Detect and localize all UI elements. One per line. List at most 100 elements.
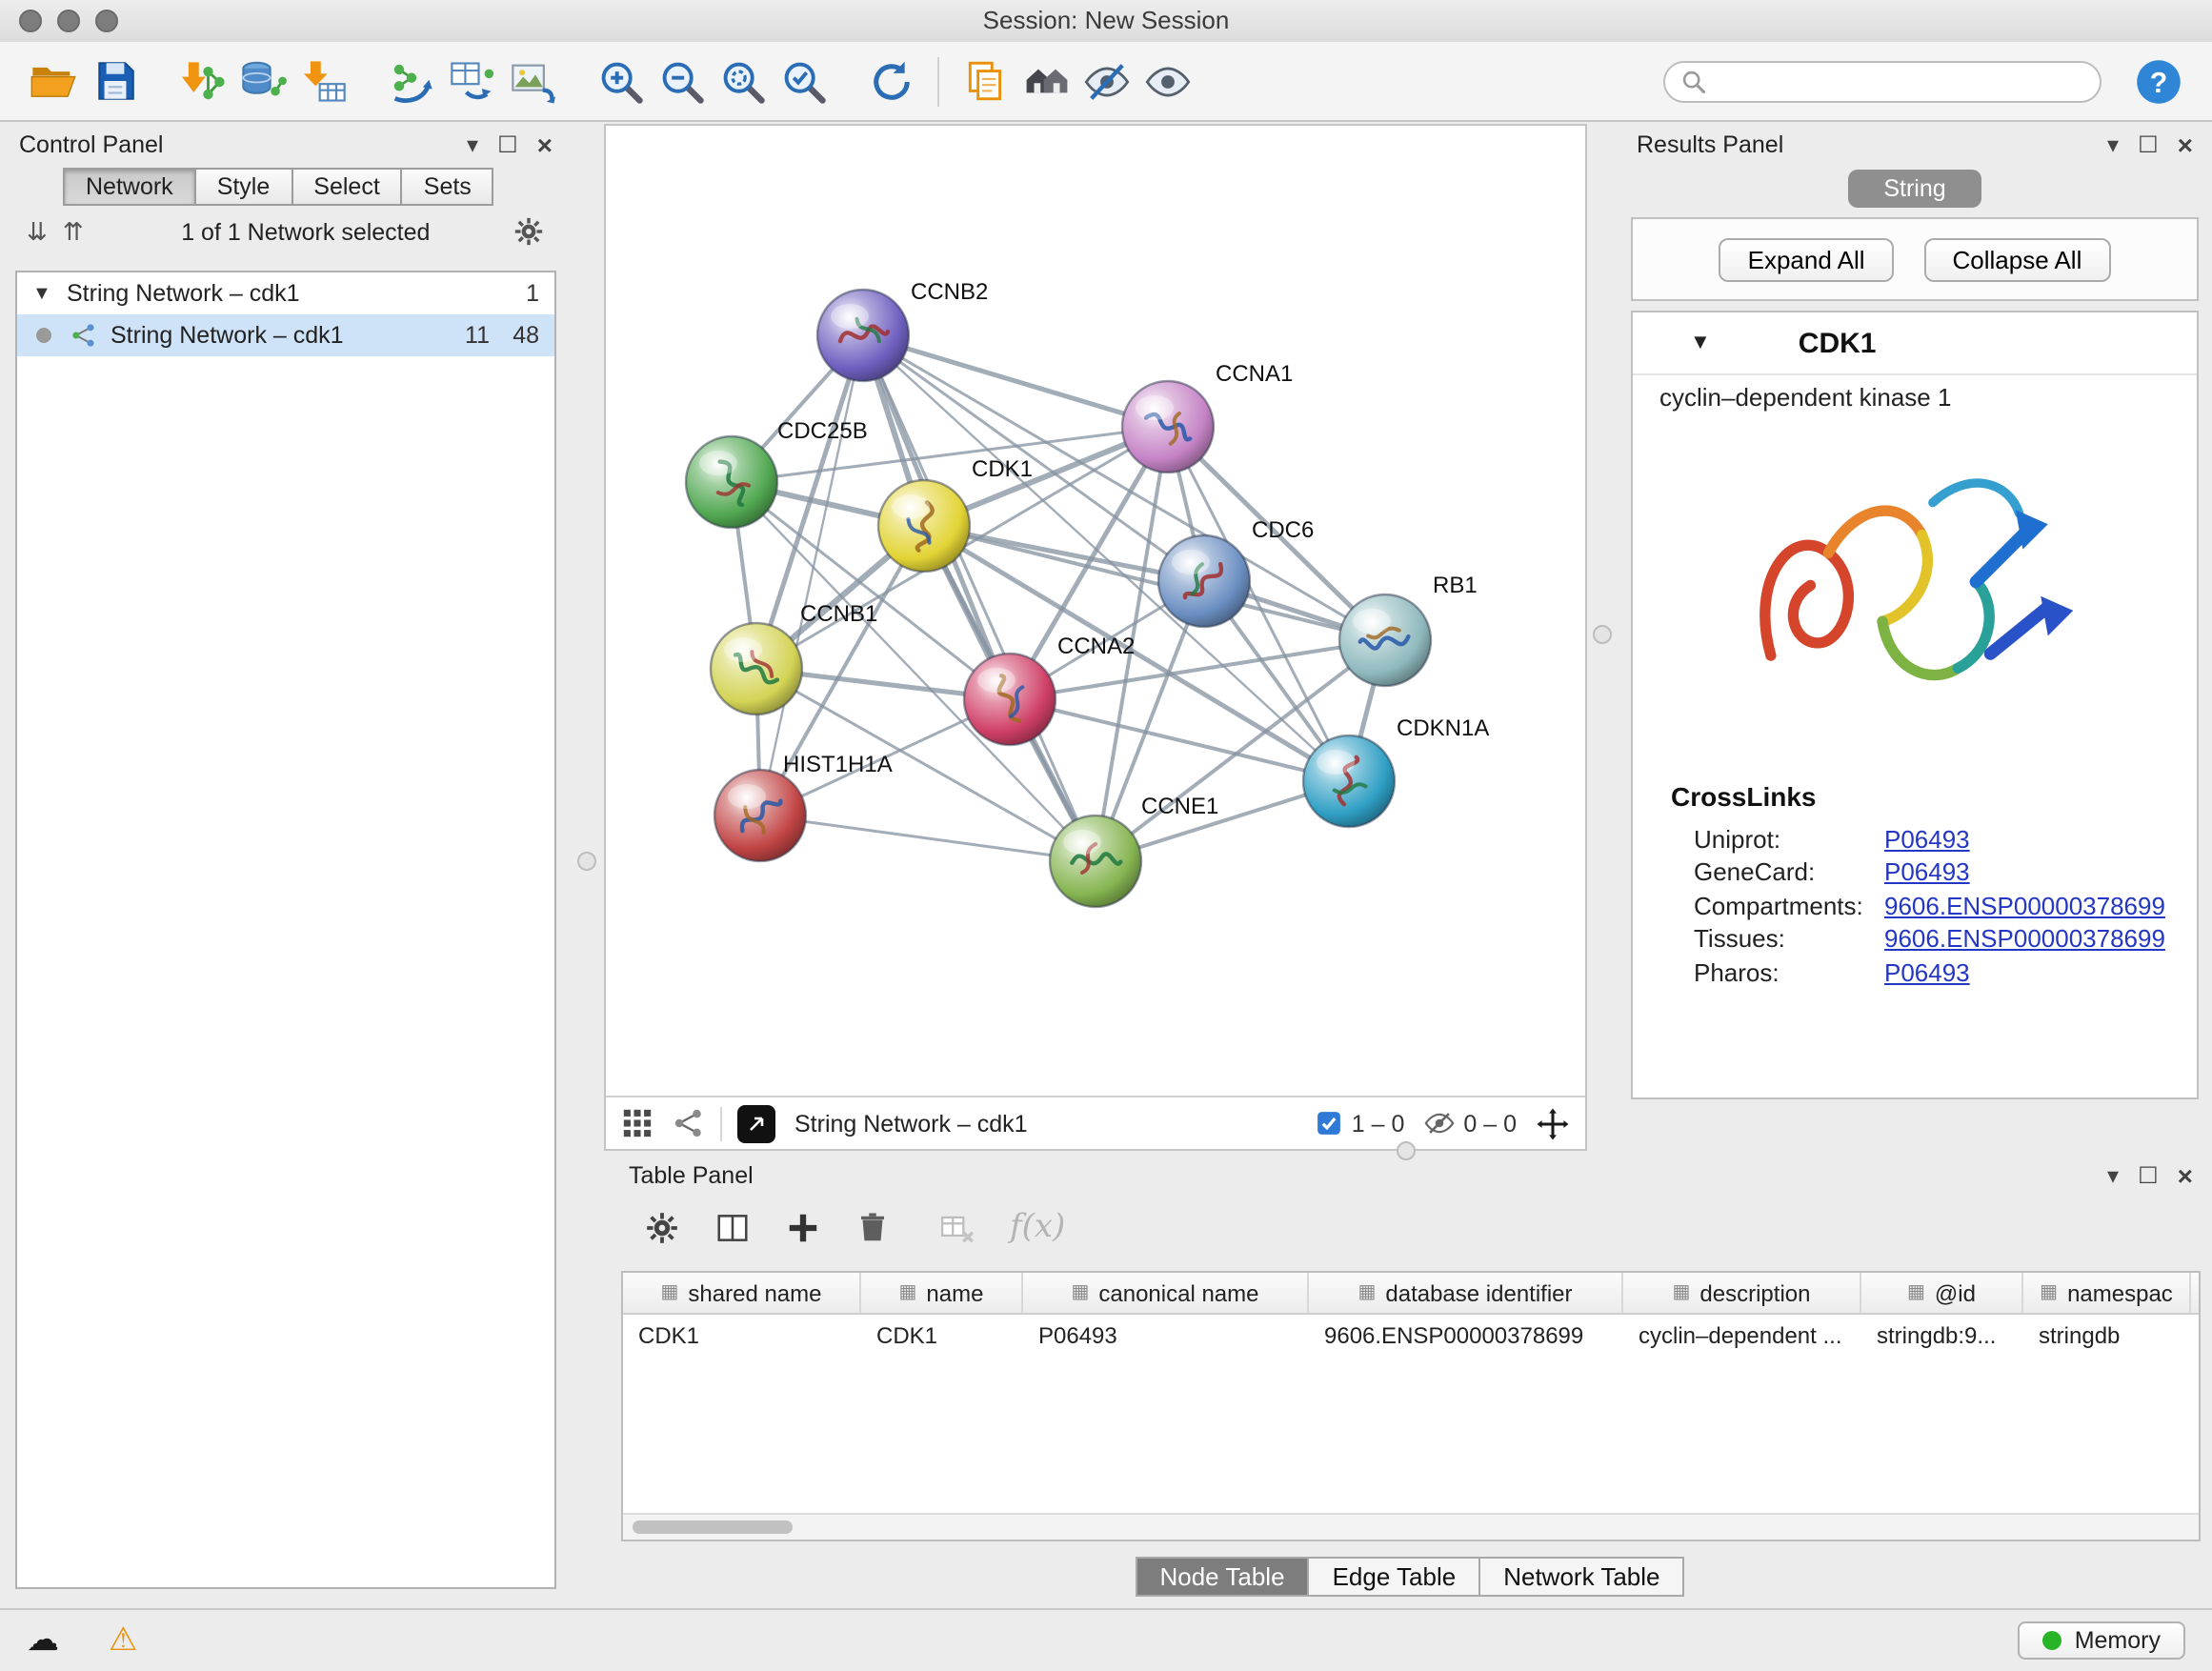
- zoom-fit-button[interactable]: [713, 50, 774, 111]
- network-arrows-icon: [387, 56, 436, 106]
- crosslink-link[interactable]: P06493: [1884, 957, 1970, 986]
- crosslink-row: Compartments:9606.ENSP00000378699: [1633, 886, 2197, 919]
- open-session-button[interactable]: [23, 50, 84, 111]
- tab-sets[interactable]: Sets: [401, 168, 494, 206]
- help-button[interactable]: ?: [2128, 50, 2189, 111]
- import-network-file-button[interactable]: [171, 50, 232, 111]
- network-canvas[interactable]: CCNB2CCNA1CDC25BCDK1CDC6RB1CCNB1CCNA2CDK…: [606, 126, 1585, 1096]
- node-RB1[interactable]: RB1: [1339, 573, 1478, 686]
- warning-icon[interactable]: ⚠: [109, 1621, 138, 1660]
- node-CCNA1[interactable]: CCNA1: [1122, 361, 1293, 473]
- table-cell: stringdb:9...: [1861, 1315, 2023, 1355]
- node-CCNE1[interactable]: CCNE1: [1050, 794, 1218, 907]
- scrollbar-thumb[interactable]: [633, 1520, 793, 1534]
- clone-network-button[interactable]: [955, 50, 1016, 111]
- close-panel-icon[interactable]: ×: [537, 130, 553, 160]
- import-network-database-button[interactable]: [232, 50, 293, 111]
- tab-string[interactable]: String: [1848, 170, 1981, 208]
- panel-menu-icon[interactable]: ▾: [2107, 131, 2119, 158]
- hide-selected-button[interactable]: [1076, 50, 1137, 111]
- delete-column-icon[interactable]: [855, 1210, 890, 1244]
- expand-all-icon[interactable]: ⇈: [63, 216, 84, 247]
- network-selection-row: ⇊ ⇈ 1 of 1 Network selected: [8, 206, 564, 253]
- tab-network[interactable]: Network: [63, 168, 196, 206]
- column-header-@id[interactable]: ▦@id: [1861, 1273, 2023, 1313]
- crosslink-link[interactable]: 9606.ENSP00000378699: [1884, 924, 2165, 953]
- node-CDK1[interactable]: CDK1: [878, 456, 1033, 572]
- memory-button[interactable]: Memory: [2018, 1621, 2185, 1660]
- edge-CCNB2-CCNA1[interactable]: [863, 335, 1168, 427]
- open-folder-icon: [29, 56, 78, 106]
- table-cell: P06493: [1023, 1315, 1309, 1355]
- zoom-selected-button[interactable]: [774, 50, 835, 111]
- node-CCNB1[interactable]: CCNB1: [711, 601, 877, 715]
- save-session-button[interactable]: [84, 50, 145, 111]
- column-header-database-identifier[interactable]: ▦database identifier: [1309, 1273, 1623, 1313]
- selected-counts: 1 – 0: [1352, 1110, 1405, 1137]
- tree-expand-icon[interactable]: ▼: [32, 283, 59, 304]
- refresh-button[interactable]: [861, 50, 922, 111]
- edge-CCNB2-CCNE1[interactable]: [863, 335, 1096, 861]
- tab-network-table[interactable]: Network Table: [1478, 1557, 1684, 1597]
- gear-icon[interactable]: [513, 215, 545, 248]
- hidden-eye-icon[interactable]: [1423, 1107, 1456, 1139]
- control-panel-header: Control Panel ▾ ☐ ×: [8, 126, 564, 164]
- zoom-in-button[interactable]: [591, 50, 652, 111]
- column-header-namespac[interactable]: ▦namespac: [2023, 1273, 2191, 1313]
- pan-move-icon[interactable]: [1536, 1106, 1570, 1140]
- column-header-shared-name[interactable]: ▦shared name: [623, 1273, 861, 1313]
- protein-card-header[interactable]: ▼ CDK1: [1633, 312, 2197, 375]
- crosslink-link[interactable]: P06493: [1884, 857, 1970, 886]
- collapse-card-icon[interactable]: ▼: [1690, 332, 1711, 354]
- column-header-name[interactable]: ▦name: [861, 1273, 1023, 1313]
- show-columns-icon[interactable]: [714, 1209, 751, 1245]
- gear-icon[interactable]: [644, 1209, 680, 1245]
- collapse-all-icon[interactable]: ⇊: [27, 216, 48, 247]
- network-from-selection-button[interactable]: [381, 50, 442, 111]
- network-tree-item-row[interactable]: String Network – cdk1 11 48: [17, 314, 554, 356]
- node-HIST1H1A[interactable]: HIST1H1A: [714, 752, 893, 861]
- birds-eye-view-icon[interactable]: [673, 1107, 705, 1139]
- edge-CCNB2-HIST1H1A[interactable]: [760, 335, 863, 815]
- add-column-icon[interactable]: [785, 1209, 821, 1245]
- column-header-description[interactable]: ▦description: [1623, 1273, 1861, 1313]
- float-panel-icon[interactable]: ☐: [2138, 131, 2159, 158]
- show-all-panels-button[interactable]: [1016, 50, 1076, 111]
- close-panel-icon[interactable]: ×: [2178, 130, 2193, 160]
- tab-edge-table[interactable]: Edge Table: [1308, 1557, 1481, 1597]
- search-input[interactable]: [1719, 66, 2084, 96]
- export-image-button[interactable]: [503, 50, 564, 111]
- cloud-status-icon[interactable]: ☁: [27, 1621, 59, 1660]
- network-from-table-button[interactable]: [442, 50, 503, 111]
- node-CDC25B[interactable]: CDC25B: [686, 418, 868, 528]
- edge-HIST1H1A-CCNE1[interactable]: [760, 815, 1096, 861]
- left-splitter-handle[interactable]: [577, 852, 596, 871]
- table-row[interactable]: CDK1CDK1P064939606.ENSP00000378699cyclin…: [623, 1315, 2199, 1355]
- edge-CDK1-RB1[interactable]: [924, 526, 1385, 640]
- import-table-button[interactable]: [293, 50, 354, 111]
- tab-node-table[interactable]: Node Table: [1135, 1557, 1309, 1597]
- tab-select[interactable]: Select: [291, 168, 403, 206]
- node-CDKN1A[interactable]: CDKN1A: [1303, 715, 1489, 827]
- open-in-browser-button[interactable]: [737, 1104, 775, 1142]
- float-panel-icon[interactable]: ☐: [497, 131, 518, 158]
- tab-style[interactable]: Style: [194, 168, 293, 206]
- collapse-all-button[interactable]: Collapse All: [1924, 237, 2111, 281]
- zoom-out-button[interactable]: [652, 50, 713, 111]
- show-hidden-button[interactable]: [1137, 50, 1198, 111]
- crosslink-link[interactable]: P06493: [1884, 824, 1970, 853]
- panel-menu-icon[interactable]: ▾: [2107, 1162, 2119, 1189]
- node-label-CDK1: CDK1: [972, 456, 1033, 482]
- panel-menu-icon[interactable]: ▾: [467, 131, 478, 158]
- right-splitter-handle[interactable]: [1593, 625, 1612, 644]
- selected-checkbox-icon[interactable]: [1316, 1109, 1344, 1137]
- network-tree-root-row[interactable]: ▼ String Network – cdk1 1: [17, 272, 554, 314]
- float-panel-icon[interactable]: ☐: [2138, 1162, 2159, 1189]
- close-panel-icon[interactable]: ×: [2178, 1160, 2193, 1191]
- control-panel-tabs: NetworkStyleSelectSets: [65, 168, 564, 206]
- expand-all-button[interactable]: Expand All: [1719, 237, 1894, 281]
- crosslink-link[interactable]: 9606.ENSP00000378699: [1884, 891, 2165, 919]
- grid-view-icon[interactable]: [621, 1107, 654, 1139]
- crosslinks-title: CrossLinks: [1671, 781, 2197, 812]
- column-header-canonical-name[interactable]: ▦canonical name: [1023, 1273, 1309, 1313]
